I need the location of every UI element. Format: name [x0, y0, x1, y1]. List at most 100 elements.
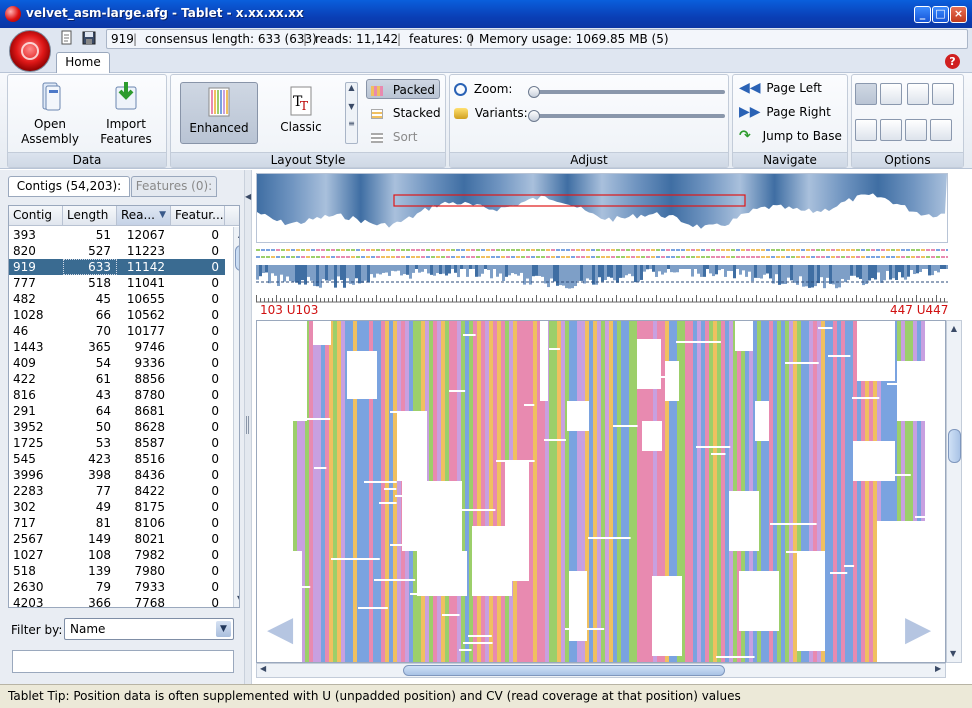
jump-to-base-button[interactable]: ↷ Jump to Base: [739, 126, 842, 146]
table-row[interactable]: 2630 79 7933 0: [9, 579, 225, 595]
table-row[interactable]: 302 49 8175 0: [9, 499, 225, 515]
panel-splitter[interactable]: ◀: [244, 170, 252, 684]
table-cell: 393: [13, 228, 36, 242]
table-row[interactable]: 2567 149 8021 0: [9, 531, 225, 547]
stacked-icon: [371, 108, 383, 119]
table-cell: 398: [88, 468, 111, 482]
table-cell: 54: [95, 356, 111, 370]
application-menu-button[interactable]: [9, 30, 51, 72]
table-row[interactable]: 717 81 8106 0: [9, 515, 225, 531]
panel-option-2-icon[interactable]: [880, 119, 902, 141]
variants-slider-thumb[interactable]: [528, 110, 540, 122]
open-file-icon[interactable]: [60, 30, 74, 46]
minimize-button[interactable]: _: [914, 6, 931, 23]
table-row[interactable]: 409 54 9336 0: [9, 355, 225, 371]
page-left-button[interactable]: ◀◀ Page Left: [739, 78, 822, 98]
table-row[interactable]: 1443 365 9746 0: [9, 339, 225, 355]
table-row[interactable]: 816 43 8780 0: [9, 387, 225, 403]
contigs-table: Contig Length Rea... ▼ Featur... 393 51 12…: [8, 205, 240, 608]
zoom-slider-thumb[interactable]: [528, 86, 540, 98]
overview-icon[interactable]: [932, 83, 954, 105]
variants-slider[interactable]: [530, 114, 725, 118]
reads-vertical-scrollbar[interactable]: ▲ ▼: [946, 320, 962, 663]
left-position-label: 103 U103: [260, 303, 319, 317]
zoom-slider[interactable]: [530, 90, 725, 94]
enhanced-layout-button[interactable]: Enhanced: [180, 82, 258, 144]
panel-option-1-icon[interactable]: [855, 119, 877, 141]
title-bar: velvet_asm-large.afg - Tablet - x.xx.xx.…: [0, 0, 972, 28]
table-row[interactable]: 919 633 11142 0: [9, 259, 225, 275]
table-row[interactable]: 4203 366 7768 0: [9, 595, 225, 608]
tab-features[interactable]: Features (0):: [131, 176, 217, 197]
table-cell: 0: [211, 468, 219, 482]
close-button[interactable]: ×: [950, 6, 967, 23]
table-row[interactable]: 482 45 10655 0: [9, 291, 225, 307]
table-cell: 0: [211, 276, 219, 290]
table-row[interactable]: 820 527 11223 0: [9, 243, 225, 259]
table-cell: 10655: [126, 292, 165, 306]
open-assembly-button[interactable]: Open Assembly: [12, 81, 88, 147]
table-cell: 51: [95, 228, 111, 242]
hide-tooltips-icon[interactable]: [880, 83, 902, 105]
table-row[interactable]: 46 70 10177 0: [9, 323, 225, 339]
position-ruler: [256, 292, 948, 318]
table-cell: 149: [88, 532, 111, 546]
table-row[interactable]: 422 61 8856 0: [9, 371, 225, 387]
stacked-button[interactable]: Stacked: [366, 103, 441, 123]
table-row[interactable]: 3952 50 8628 0: [9, 419, 225, 435]
table-row[interactable]: 3996 398 8436 0: [9, 467, 225, 483]
table-cell: 0: [211, 388, 219, 402]
save-icon[interactable]: [82, 30, 96, 46]
table-row[interactable]: 393 51 12067 0: [9, 227, 225, 243]
info-pointer-icon[interactable]: [855, 83, 877, 105]
table-row[interactable]: 1725 53 8587 0: [9, 435, 225, 451]
column-header-contig[interactable]: Contig: [9, 206, 63, 226]
group-label-data: Data: [8, 152, 166, 167]
table-row[interactable]: 291 64 8681 0: [9, 403, 225, 419]
filter-input[interactable]: [12, 650, 234, 673]
table-cell: 820: [13, 244, 36, 258]
page-left-overlay-icon[interactable]: ◀: [267, 609, 293, 649]
table-cell: 3952: [13, 420, 44, 434]
tab-contigs[interactable]: Contigs (54,203):: [8, 176, 130, 197]
table-row[interactable]: 1027 108 7982 0: [9, 547, 225, 563]
contigs-scroll-thumb[interactable]: [235, 245, 239, 271]
table-cell: 0: [211, 548, 219, 562]
reads-vscroll-thumb[interactable]: [948, 429, 961, 463]
import-features-button[interactable]: Import Features: [88, 81, 164, 147]
column-header-features[interactable]: Featur...: [171, 206, 225, 226]
table-cell: 50: [95, 420, 111, 434]
tablet-tip: Tablet Tip: Position data is often suppl…: [8, 689, 741, 703]
classic-layout-button[interactable]: TT Classic: [262, 82, 340, 144]
table-row[interactable]: 1028 66 10562 0: [9, 307, 225, 323]
coverage-overview[interactable]: [256, 173, 948, 243]
table-row[interactable]: 545 423 8516 0: [9, 451, 225, 467]
sort-button[interactable]: Sort: [366, 127, 440, 147]
find-icon[interactable]: [907, 83, 929, 105]
table-cell: 64: [95, 404, 111, 418]
reads-horizontal-scrollbar[interactable]: ◀ ▶: [256, 663, 946, 678]
contigs-rows: 393 51 12067 0 820 527 11223 0 919 633 11142 0 777 51…: [9, 227, 225, 608]
filter-by-select[interactable]: Name ▼: [64, 618, 234, 640]
page-right-button[interactable]: ▶▶ Page Right: [739, 102, 831, 122]
layout-gallery-scroll[interactable]: ▲ ▼ ≡: [345, 82, 358, 144]
table-cell: 366: [88, 596, 111, 608]
contigs-scrollbar[interactable]: ▲ ▼: [233, 227, 239, 607]
tab-home[interactable]: Home: [56, 52, 110, 73]
reads-canvas[interactable]: ◀ ▶: [256, 320, 965, 663]
table-cell: 0: [211, 500, 219, 514]
panel-option-3-icon[interactable]: [905, 119, 927, 141]
table-row[interactable]: 2283 77 8422 0: [9, 483, 225, 499]
table-row[interactable]: 777 518 11041 0: [9, 275, 225, 291]
table-cell: 0: [211, 420, 219, 434]
column-header-reads[interactable]: Rea... ▼: [117, 206, 171, 226]
panel-option-4-icon[interactable]: [930, 119, 952, 141]
packed-button[interactable]: Packed: [366, 79, 440, 99]
maximize-button[interactable]: □: [932, 6, 949, 23]
table-row[interactable]: 518 139 7980 0: [9, 563, 225, 579]
page-right-overlay-icon[interactable]: ▶: [905, 609, 931, 649]
reads-hscroll-thumb[interactable]: [403, 665, 725, 676]
column-header-length[interactable]: Length: [63, 206, 117, 226]
help-icon[interactable]: ?: [945, 54, 960, 69]
table-cell: 291: [13, 404, 36, 418]
